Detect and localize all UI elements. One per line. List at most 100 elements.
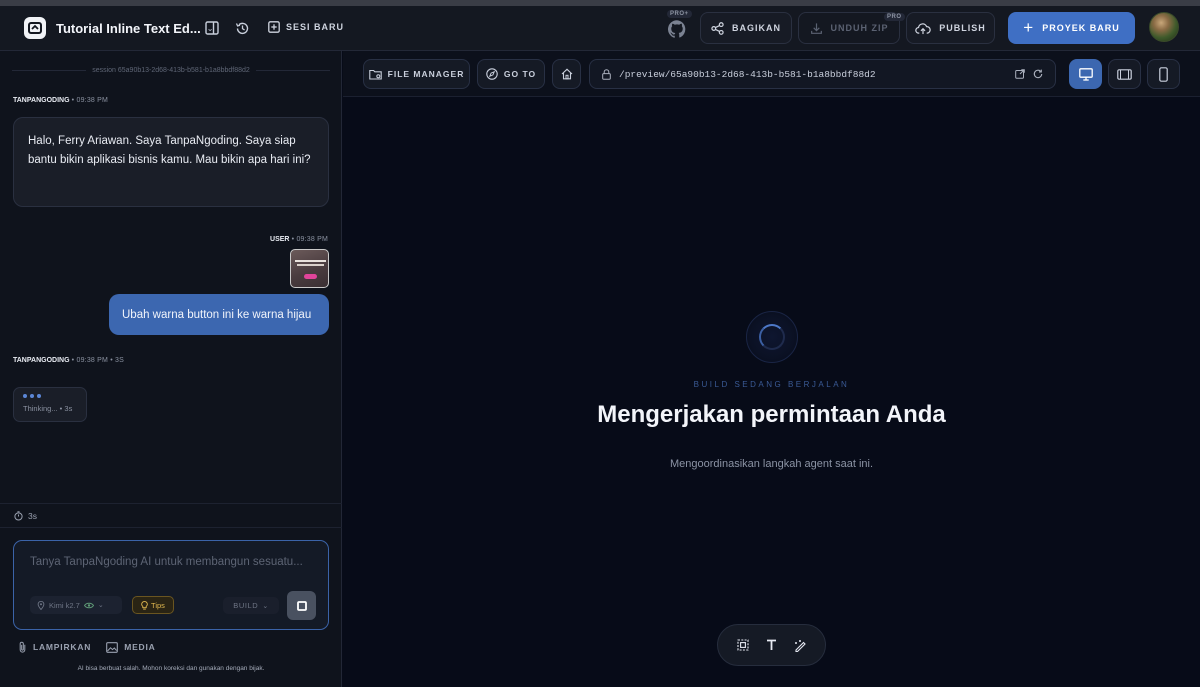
file-manager-button[interactable]: FILE MANAGER (363, 59, 470, 89)
download-pro-badge: PRO (884, 13, 905, 21)
paperclip-icon (19, 641, 26, 653)
style-edit-button[interactable] (794, 639, 807, 652)
preview-panel: FILE MANAGER GO TO /preview/65a90b13-2d6… (343, 51, 1200, 687)
publish-label: PUBLISH (939, 23, 986, 33)
plus-icon: + (1023, 18, 1035, 37)
eye-icon (83, 602, 94, 608)
prompt-composer: Kimi k2.7 ⌄ Tips BUILD ⌄ (13, 540, 329, 630)
chat-panel: session 65a90b13-2d68-413b-b581-b1a8bbdf… (0, 51, 342, 687)
project-title: Tutorial Inline Text Ed... (56, 21, 201, 36)
spinner-icon (759, 324, 785, 350)
location-pin-icon (37, 600, 45, 610)
github-pro-badge: PRO+ (667, 10, 692, 18)
message-meta-ai-pending: TANPANGODING • 09:38 PM • 3S (13, 357, 124, 364)
mobile-icon (1159, 66, 1168, 82)
chevron-down-icon: ⌄ (97, 602, 104, 609)
file-manager-label: FILE MANAGER (387, 69, 465, 79)
desktop-icon (1078, 67, 1093, 81)
message-time: 09:38 PM (76, 357, 109, 364)
tablet-view-button[interactable] (1108, 59, 1141, 89)
attachment-actions: LAMPIRKAN MEDIA (18, 641, 156, 653)
app-logo-icon[interactable] (24, 17, 46, 39)
new-project-button[interactable]: + PROYEK BARU (1008, 12, 1135, 44)
message-meta-ai: TANPANGODING • 09:38 PM (13, 97, 109, 104)
stop-generation-button[interactable] (287, 591, 316, 620)
github-button[interactable] (664, 16, 690, 42)
chevron-down-icon: ⌄ (262, 602, 269, 610)
prompt-input[interactable] (30, 553, 314, 571)
attach-button[interactable]: LAMPIRKAN (18, 641, 91, 653)
desktop-view-button[interactable] (1069, 59, 1102, 89)
home-button[interactable] (552, 59, 581, 89)
preview-url: /preview/65a90b13-2d68-413b-b581-b1a8bbd… (619, 68, 876, 80)
build-status-subtitle: Mengoordinasikan langkah agent saat ini. (669, 458, 874, 470)
toggle-sidebar-button[interactable] (204, 20, 220, 36)
model-name: Kimi k2.7 (49, 600, 80, 610)
new-project-label: PROYEK BARU (1042, 23, 1120, 33)
session-divider: session 65a90b13-2d68-413b-b581-b1a8bbdf… (12, 67, 331, 74)
select-frame-icon (736, 639, 749, 651)
model-selector[interactable]: Kimi k2.7 ⌄ (30, 596, 122, 614)
stopwatch-icon (14, 510, 23, 521)
new-session-label: SESI BARU (286, 22, 345, 32)
compass-icon (486, 68, 498, 80)
user-avatar[interactable] (1149, 12, 1179, 42)
history-button[interactable] (234, 20, 250, 36)
message-sender: TANPANGODING (13, 357, 70, 364)
download-icon (810, 22, 822, 34)
share-button[interactable]: BAGIKAN (700, 12, 792, 44)
sidebar-panel-icon (205, 21, 219, 35)
tips-label: Tips (151, 600, 165, 610)
goto-label: GO TO (503, 69, 537, 79)
build-status-title: Mengerjakan permintaan Anda (597, 401, 946, 428)
history-icon (235, 22, 248, 34)
thinking-text: Thinking... • 3s (23, 404, 73, 413)
message-sender: USER (270, 236, 290, 243)
typing-dots-icon (23, 394, 77, 398)
loading-spinner (746, 311, 798, 363)
message-time: 09:38 PM (296, 236, 328, 243)
floating-edit-toolbar (717, 624, 826, 666)
goto-button[interactable]: GO TO (477, 59, 545, 89)
message-time: 09:38 PM (76, 97, 109, 104)
thinking-indicator: Thinking... • 3s (13, 387, 87, 422)
project-title-dropdown[interactable]: Tutorial Inline Text Ed... ⌄ (56, 21, 213, 36)
tips-button[interactable]: Tips (132, 596, 174, 614)
lightbulb-icon (141, 600, 148, 610)
publish-button[interactable]: PUBLISH (906, 12, 995, 44)
folder-icon (368, 69, 382, 80)
tablet-landscape-icon (1117, 68, 1132, 80)
elapsed-timer: 3s (0, 503, 342, 528)
new-session-button[interactable]: SESI BARU (268, 21, 344, 33)
media-label: MEDIA (124, 642, 156, 652)
share-label: BAGIKAN (732, 23, 781, 33)
cloud-upload-icon (915, 22, 931, 34)
image-icon (106, 641, 119, 653)
preview-url-bar[interactable]: /preview/65a90b13-2d68-413b-b581-b1a8bbd… (589, 59, 1056, 89)
magic-pen-icon (794, 639, 806, 652)
ai-disclaimer: AI bisa berbuat salah. Mohon koreksi dan… (77, 665, 265, 672)
stop-icon (296, 600, 307, 611)
session-id: session 65a90b13-2d68-413b-b581-b1a8bbdf… (92, 67, 250, 74)
attach-label: LAMPIRKAN (33, 642, 92, 652)
preview-toolbar: FILE MANAGER GO TO /preview/65a90b13-2d6… (343, 51, 1200, 97)
select-element-button[interactable] (736, 639, 749, 651)
message-duration: 3S (115, 357, 124, 364)
top-bar: Tutorial Inline Text Ed... ⌄ SESI BARU P… (0, 6, 1200, 51)
build-status-label: BUILD SEDANG BERJALAN (693, 380, 850, 389)
github-icon (668, 20, 686, 38)
message-meta-user: USER • 09:38 PM (270, 236, 328, 243)
download-zip-label: UNDUH ZIP (830, 23, 889, 33)
user-message-bubble: Ubah warna button ini ke warna hijau (109, 294, 329, 335)
attached-image-thumbnail[interactable] (290, 249, 329, 288)
message-sender: TANPANGODING (13, 97, 70, 104)
mode-selector[interactable]: BUILD ⌄ (223, 597, 279, 614)
text-edit-button[interactable] (766, 639, 777, 651)
refresh-icon[interactable] (1033, 69, 1043, 79)
mobile-view-button[interactable] (1147, 59, 1180, 89)
plus-square-icon (268, 21, 280, 33)
open-external-icon[interactable] (1015, 69, 1025, 79)
mode-label: BUILD (233, 601, 259, 610)
ai-message-bubble: Halo, Ferry Ariawan. Saya TanpaNgoding. … (13, 117, 329, 207)
media-button[interactable]: MEDIA (106, 641, 156, 653)
